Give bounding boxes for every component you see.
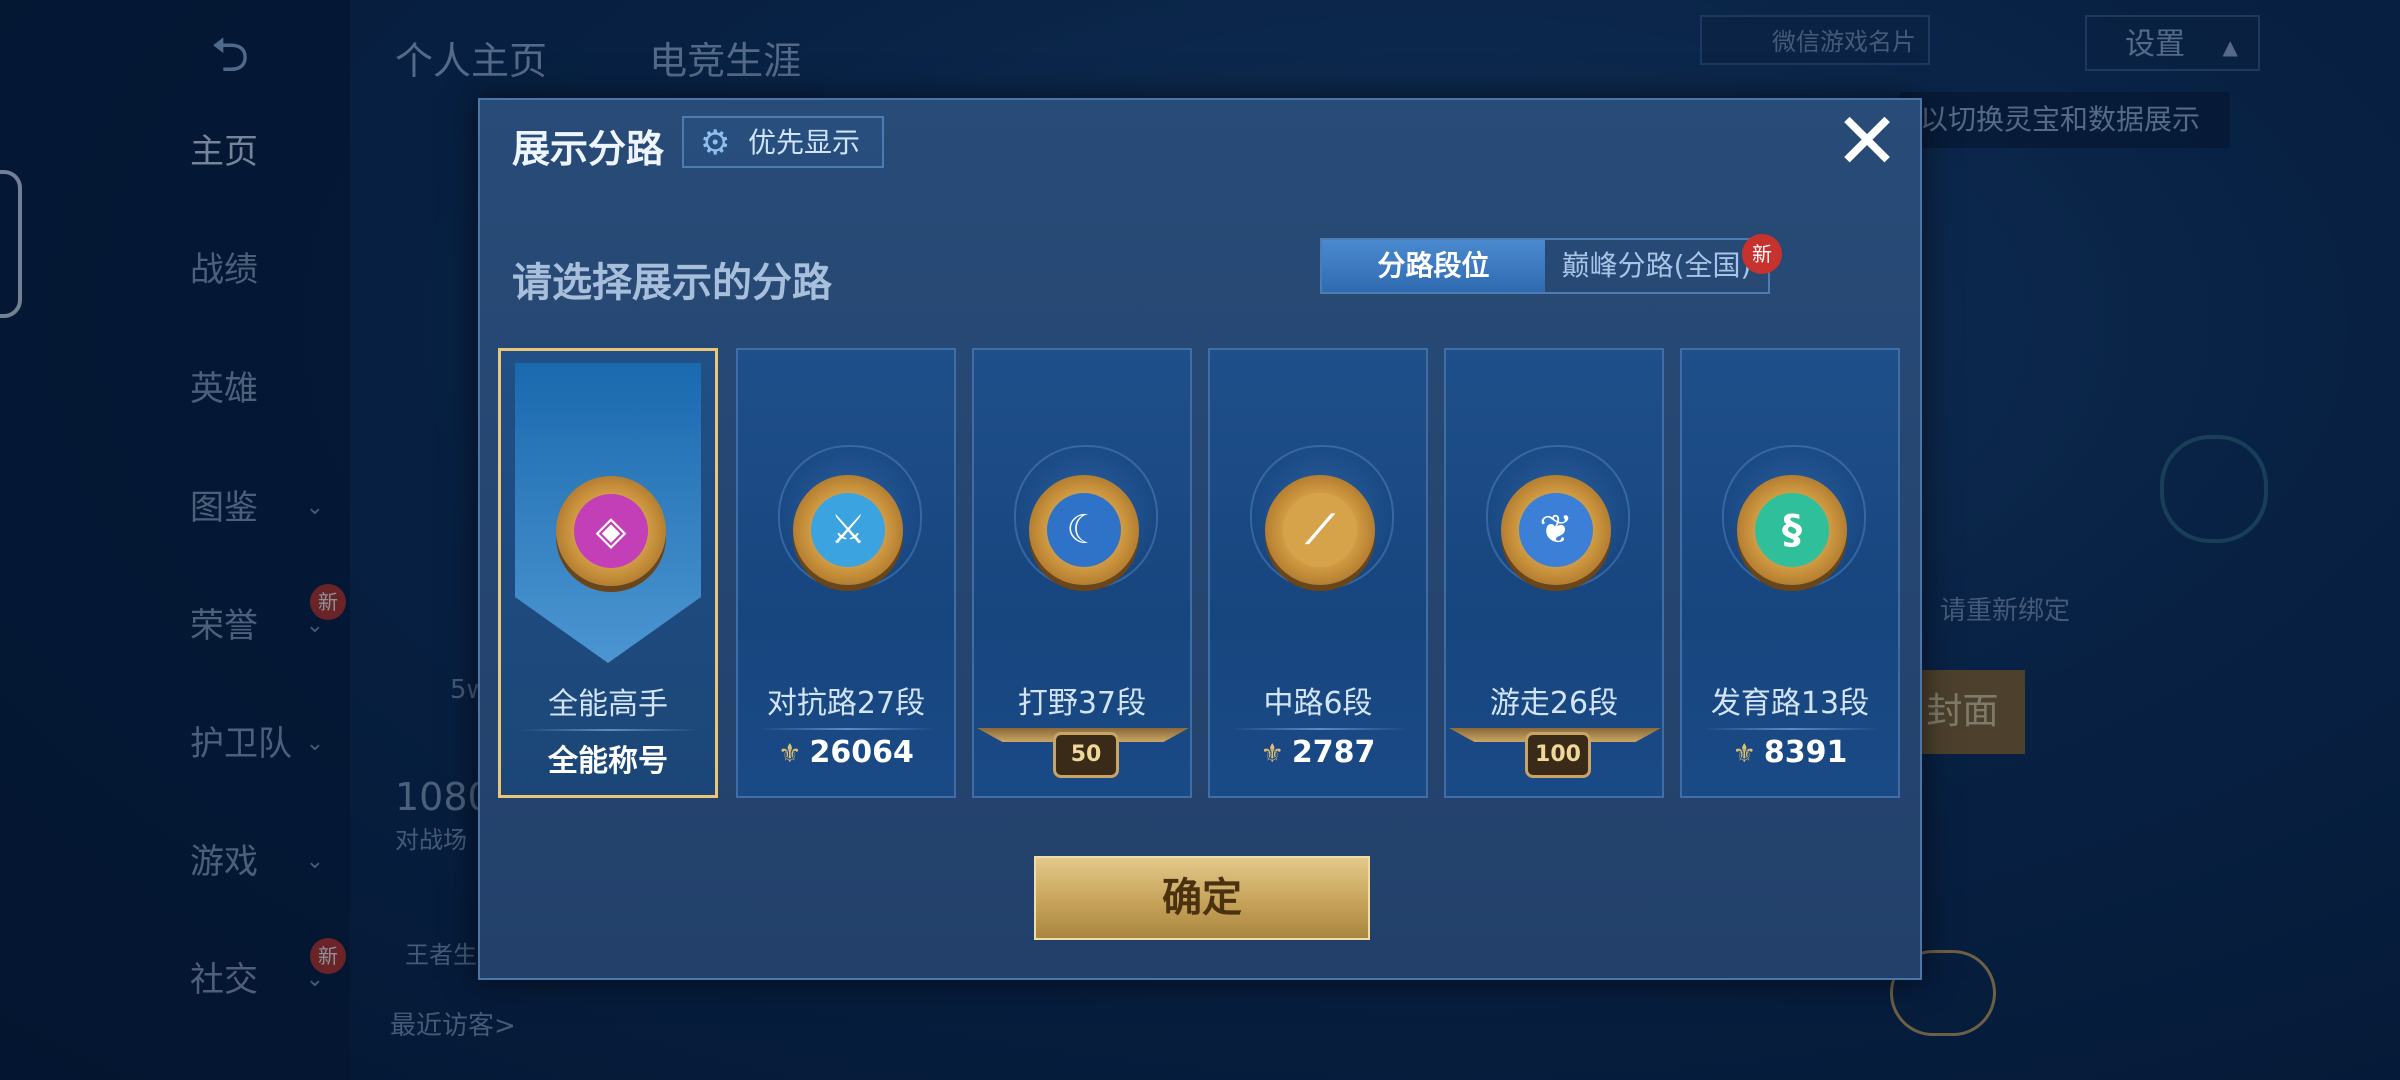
lane-card[interactable]: ◈ 全能高手全能称号: [498, 348, 718, 798]
wings-icon: ❦: [1501, 475, 1611, 585]
medal-number: 100: [1525, 732, 1591, 778]
confirm-button[interactable]: 确定: [1034, 856, 1370, 940]
badge-emblem: ❦: [1519, 493, 1593, 567]
lane-card[interactable]: ❦ 游走26段 100: [1444, 348, 1664, 798]
tab-lane-rank[interactable]: 分路段位: [1322, 240, 1545, 292]
dialog-title: 展示分路: [512, 127, 665, 171]
score-icon: ⚜: [1732, 739, 1756, 769]
lane-name: 发育路13段: [1710, 686, 1870, 721]
footer-text: 2787: [1291, 735, 1376, 770]
all-round-icon: ◈: [556, 476, 666, 586]
title-label: 全能称号: [501, 736, 715, 780]
lane-card[interactable]: ⟋ 中路6段 ⚜ 2787: [1208, 348, 1428, 798]
gear-icon: ⚙: [700, 123, 731, 163]
badge-emblem: §: [1755, 493, 1829, 567]
lane-card[interactable]: ☾ 打野37段 50: [972, 348, 1192, 798]
close-icon[interactable]: ✕: [1832, 103, 1902, 181]
badge-emblem: ◈: [574, 494, 648, 568]
divider: [521, 729, 699, 731]
medal-number: 50: [1053, 732, 1119, 778]
dragon-icon: ☾: [1029, 475, 1139, 585]
lane-name: 游走26段: [1489, 686, 1619, 721]
sword-icon: ⚔: [793, 475, 903, 585]
lane-display-dialog: 展示分路 ⚙ 优先显示 ✕ 请选择展示的分路 分路段位 巅峰分路(全国) 新 ◈…: [478, 98, 1922, 980]
rank-medal: 50: [977, 728, 1189, 788]
score-icon: ⚜: [1260, 739, 1284, 769]
lane-name: 全能高手: [548, 687, 668, 722]
rank-medal: 100: [1449, 728, 1661, 788]
lane-score: ⚜ 2787: [1210, 735, 1426, 770]
score-icon: ⚜: [778, 739, 802, 769]
dialog-subtitle: 请选择展示的分路: [512, 260, 832, 306]
lane-name: 对抗路27段: [766, 686, 926, 721]
lane-card[interactable]: § 发育路13段 ⚜ 8391: [1680, 348, 1900, 798]
footer-text: 26064: [809, 735, 914, 770]
divider: [1702, 728, 1880, 730]
divider: [1230, 728, 1408, 730]
footer-text: 8391: [1763, 735, 1848, 770]
badge-emblem: ☾: [1047, 493, 1121, 567]
footer-text: 全能称号: [548, 744, 668, 779]
badge-emblem: ⟋: [1283, 493, 1357, 567]
staff-icon: ⟋: [1265, 475, 1375, 585]
view-toggle: 分路段位 巅峰分路(全国) 新: [1320, 234, 1782, 294]
lane-score: ⚜ 8391: [1682, 735, 1898, 770]
priority-display-button[interactable]: ⚙ 优先显示: [682, 116, 884, 168]
bow-icon: §: [1737, 475, 1847, 585]
lane-name: 打野37段: [1017, 686, 1147, 721]
tab-peak-lane[interactable]: 巅峰分路(全国): [1545, 240, 1768, 292]
lane-card[interactable]: ⚔ 对抗路27段 ⚜ 26064: [736, 348, 956, 798]
lane-name: 中路6段: [1263, 686, 1373, 721]
badge-emblem: ⚔: [811, 493, 885, 567]
new-badge: 新: [1742, 234, 1782, 274]
lane-cards: ◈ 全能高手 全能称号 ⚔ 对抗路27段 ⚜ 26064 ☾ 打野37段 50 ⟋ 中路6段 ⚜ 2787…: [498, 348, 1908, 798]
lane-score: ⚜ 26064: [738, 735, 954, 770]
priority-label: 优先显示: [748, 126, 861, 159]
divider: [758, 728, 936, 730]
